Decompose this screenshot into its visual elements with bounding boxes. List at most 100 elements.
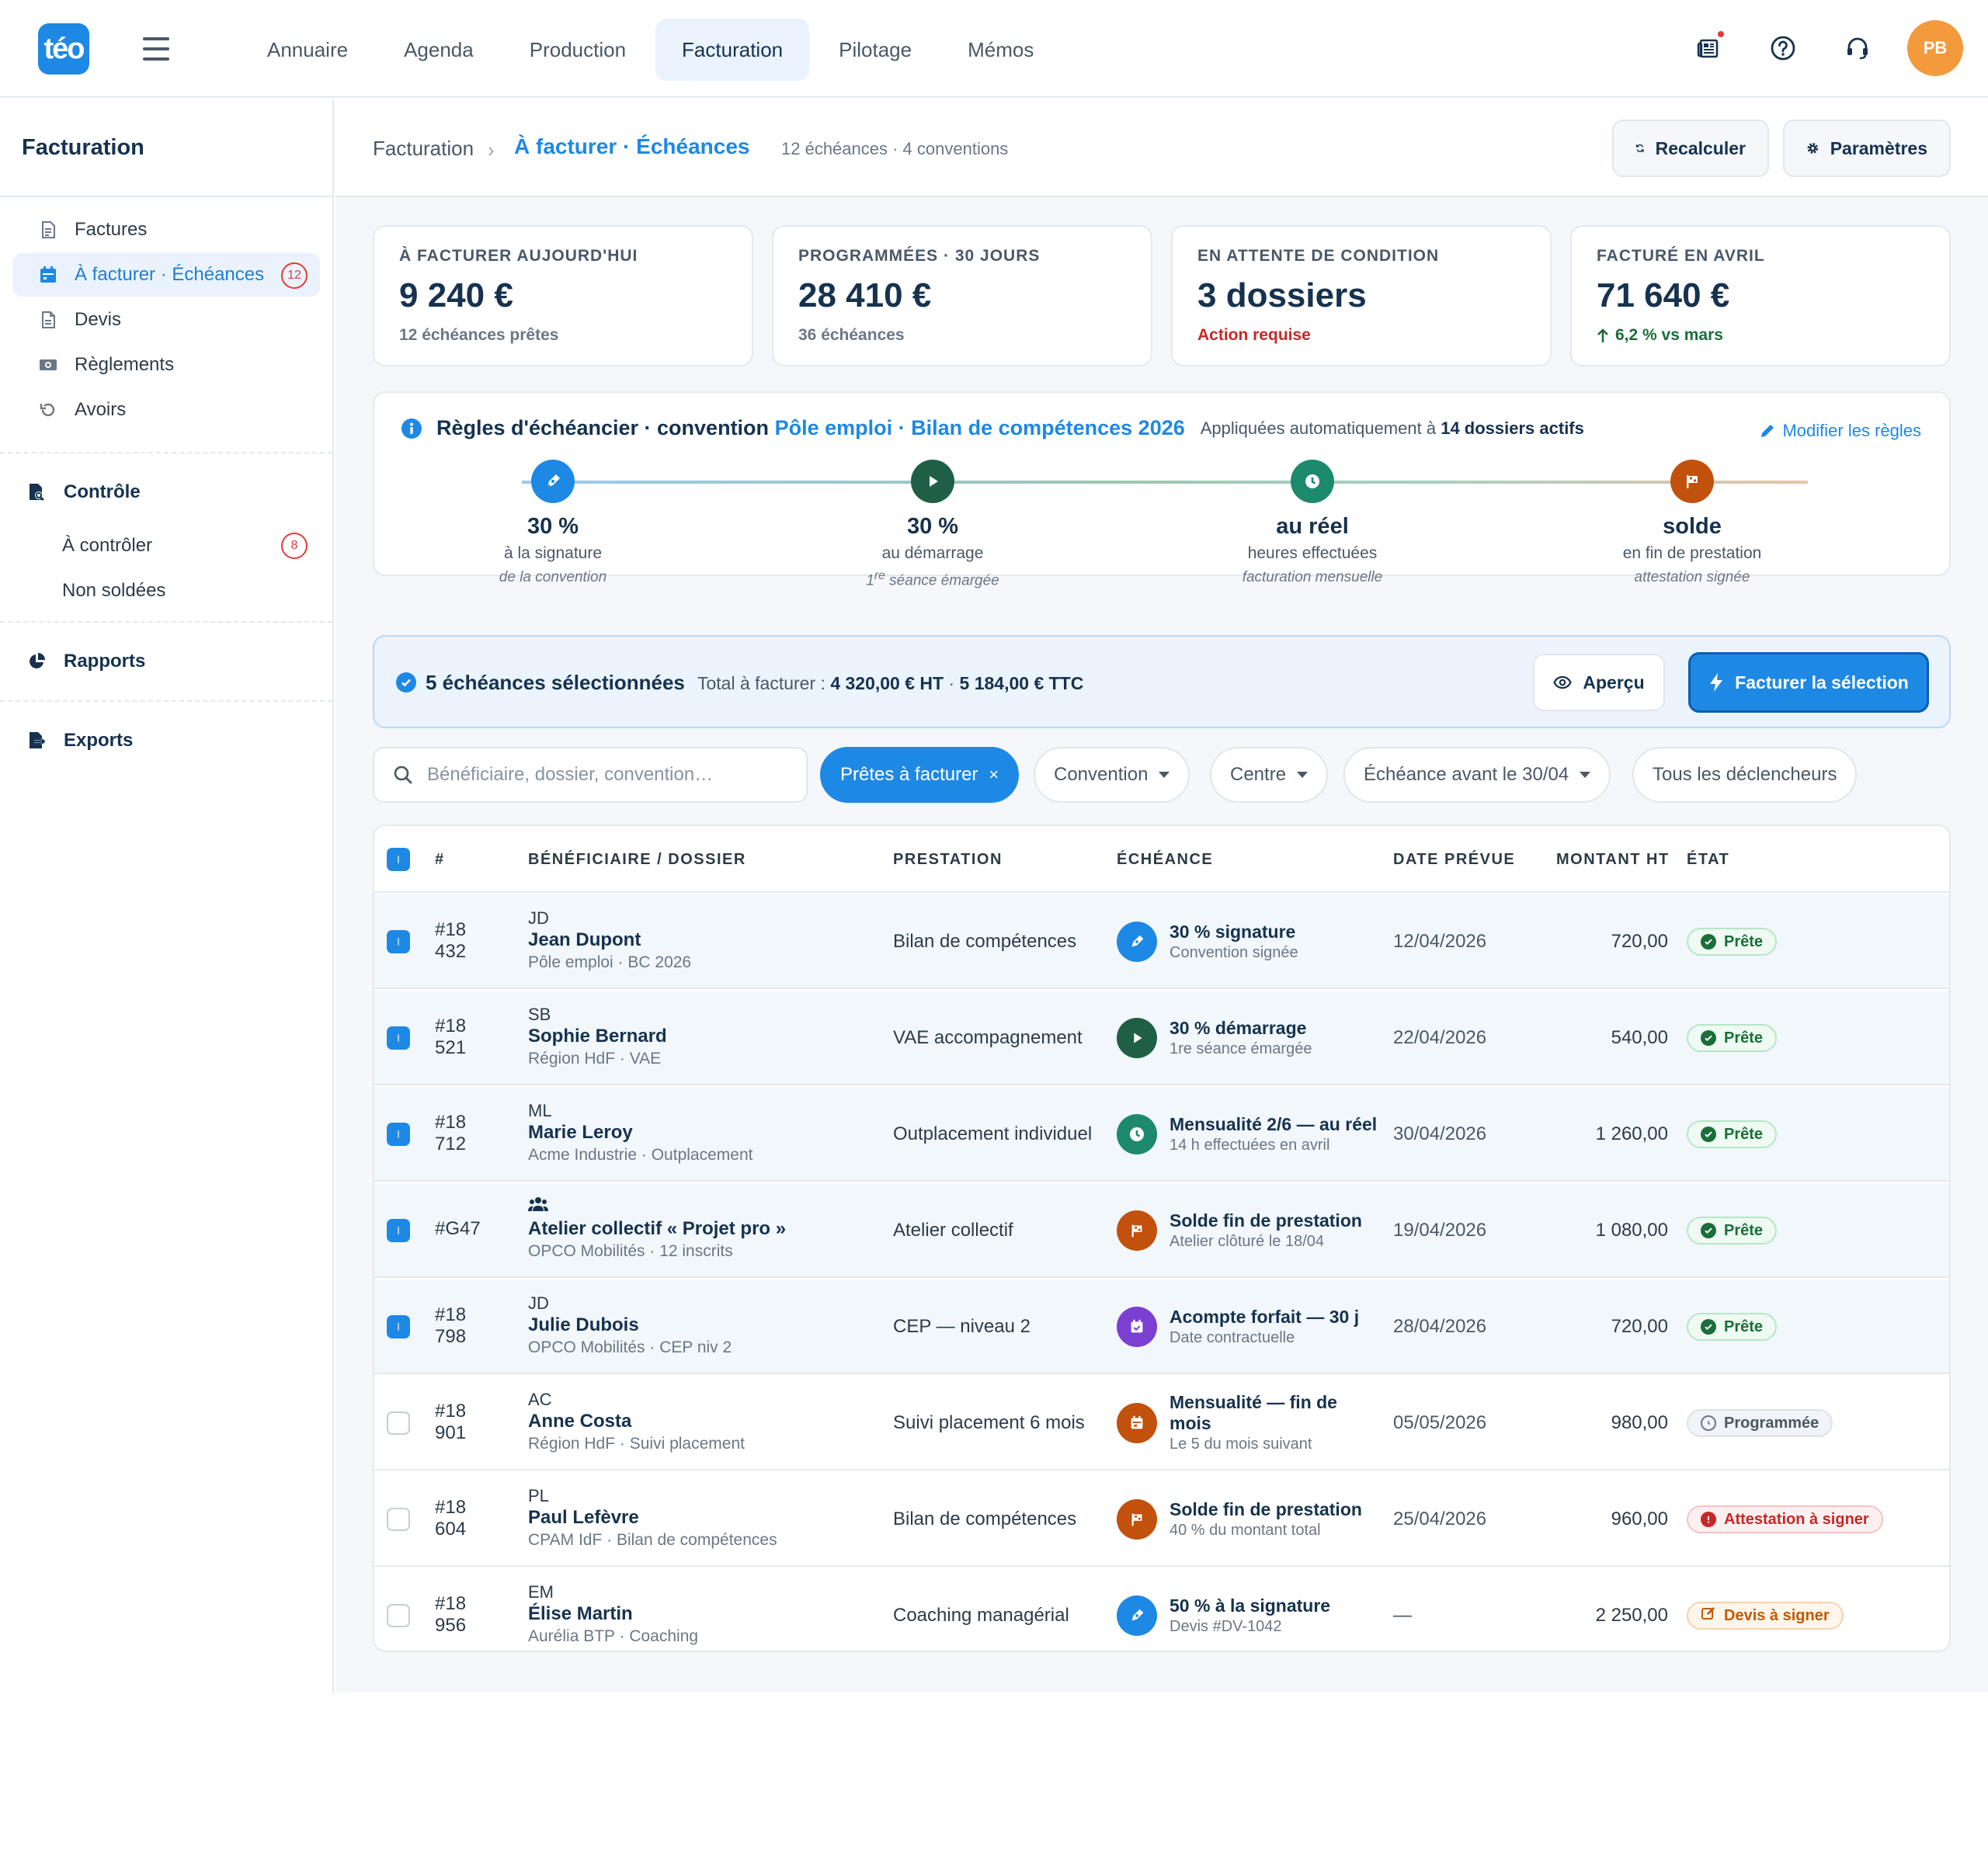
filter-chip-declencheurs[interactable]: Tous les déclencheurs <box>1632 747 1858 803</box>
status-badge: Prête <box>1687 1313 1778 1341</box>
chip-label: Convention <box>1054 764 1149 785</box>
col-etat[interactable]: ÉTAT <box>1687 851 1729 869</box>
echeance-title: 50 % à la signature <box>1170 1595 1331 1616</box>
col-num[interactable]: # <box>435 851 445 869</box>
table-row[interactable]: #18 956 EM Élise Martin Aurélia BTP · Coachi… <box>374 1568 1949 1651</box>
sidebar-item-non-soldees[interactable]: Non soldées <box>0 568 332 613</box>
echeance-sub: Date contractuelle <box>1170 1328 1295 1346</box>
sidebar-item-a-facturer[interactable]: À facturer · Échéances 12 <box>12 253 320 297</box>
step-label: heures effectuées <box>1247 544 1378 562</box>
sidebar-item-avoirs[interactable]: Avoirs <box>12 388 320 432</box>
beneficiary-name[interactable]: Élise Martin <box>528 1602 870 1626</box>
table-row[interactable]: #18 521 SB Sophie Bernard Région HdF · VAE VA… <box>374 991 1949 1085</box>
filter-chip-pretes[interactable]: Prêtes à facturer × <box>820 747 1020 803</box>
date-cell: 22/04/2026 <box>1393 1027 1487 1048</box>
dossier-desc: Région HdF · VAE <box>528 1050 662 1068</box>
sidebar-section-controle[interactable]: Contrôle <box>0 461 332 523</box>
pencil-icon <box>1761 425 1774 437</box>
help-icon[interactable] <box>1757 22 1809 75</box>
step-label: au démarrage <box>881 544 984 562</box>
filter-chip-centre[interactable]: Centre <box>1210 747 1329 803</box>
col-echeance[interactable]: ÉCHÉANCE <box>1117 851 1213 869</box>
user-avatar[interactable]: PB <box>1907 20 1963 76</box>
row-number: #18 901 <box>435 1401 467 1443</box>
table-row[interactable]: #18 712 ML Marie Leroy Acme Industrie · Outp… <box>374 1087 1949 1182</box>
preview-button[interactable]: Aperçu <box>1533 654 1665 711</box>
echeance-title: Solde fin de prestation <box>1170 1210 1362 1231</box>
kpi-sub: Action requise <box>1197 326 1311 344</box>
prestation-cell: CEP — niveau 2 <box>893 1316 1030 1337</box>
echeance-cell: Mensualité — fin de mois Le 5 du mois sui… <box>1117 1376 1381 1470</box>
news-icon[interactable] <box>1682 22 1735 75</box>
col-prestation[interactable]: PRESTATION <box>893 851 1003 869</box>
col-beneficiaire[interactable]: BÉNÉFICIAIRE / DOSSIER <box>528 851 746 869</box>
row-checkbox[interactable] <box>387 1411 410 1435</box>
beneficiary-name[interactable]: Anne Costa <box>528 1410 870 1433</box>
row-checkbox[interactable] <box>387 1026 410 1050</box>
nav-annuaire[interactable]: Annuaire <box>241 19 374 81</box>
row-checkbox[interactable] <box>387 930 410 953</box>
beneficiary-name[interactable]: Paul Lefèvre <box>528 1506 870 1529</box>
row-checkbox[interactable] <box>387 1219 410 1242</box>
table-row[interactable]: #18 798 JD Julie Dubois OPCO Mobilités · CEP… <box>374 1279 1949 1374</box>
menu-toggle-icon[interactable] <box>143 37 169 61</box>
nav-memos[interactable]: Mémos <box>941 19 1060 81</box>
rules-title: Règles d'échéancier · convention <box>436 416 770 439</box>
amount-cell: 980,00 <box>1611 1412 1668 1433</box>
recalculate-button[interactable]: Recalculer <box>1612 120 1769 177</box>
nav-agenda[interactable]: Agenda <box>377 19 500 81</box>
select-all-checkbox[interactable] <box>387 848 410 871</box>
beneficiary-name[interactable]: Atelier collectif « Projet pro » <box>528 1217 870 1241</box>
close-icon[interactable]: × <box>989 765 999 785</box>
nav-facturation[interactable]: Facturation <box>655 19 810 81</box>
step-note: attestation signée <box>1634 569 1750 585</box>
beneficiary-name[interactable]: Jean Dupont <box>528 929 870 952</box>
kpi-value: 9 240 € <box>399 276 513 314</box>
beneficiary-name[interactable]: Julie Dubois <box>528 1314 870 1337</box>
beneficiary-name[interactable]: Marie Leroy <box>528 1121 870 1144</box>
row-checkbox[interactable] <box>387 1315 410 1338</box>
filter-chip-echeance[interactable]: Échéance avant le 30/04 <box>1343 747 1611 803</box>
app-logo[interactable]: téo <box>38 23 89 75</box>
beneficiary-cell: PL Paul Lefèvre CPAM IdF · Bilan de compét… <box>528 1486 870 1551</box>
support-headset-icon[interactable] <box>1831 22 1884 75</box>
search-input[interactable] <box>427 764 769 786</box>
sidebar-item-factures[interactable]: Factures <box>12 208 320 252</box>
table-row[interactable]: #18 901 AC Anne Costa Région HdF · Suivi pla… <box>374 1376 1949 1470</box>
sidebar-item-reglements[interactable]: Règlements <box>12 343 320 387</box>
row-number: #18 712 <box>435 1112 467 1154</box>
date-cell: 25/04/2026 <box>1393 1509 1487 1529</box>
calendar-icon <box>1117 1403 1157 1443</box>
settings-button[interactable]: Paramètres <box>1783 120 1951 177</box>
sidebar-section-rapports[interactable]: Rapports <box>0 630 332 693</box>
sidebar-item-devis[interactable]: Devis <box>12 298 320 342</box>
selection-total: Total à facturer : 4 320,00 € HT · 5 184… <box>697 673 1084 693</box>
sidebar-item-a-controler[interactable]: À contrôler 8 <box>0 523 332 568</box>
beneficiary-name[interactable]: Sophie Bernard <box>528 1025 870 1048</box>
file-export-icon <box>26 731 47 751</box>
table-row[interactable]: #18 604 PL Paul Lefèvre CPAM IdF · Bilan de … <box>374 1472 1949 1567</box>
table-row[interactable]: #18 432 JD Jean Dupont Pôle emploi · BC 2026… <box>374 894 1949 989</box>
echeance-sub: Devis #DV-1042 <box>1170 1617 1282 1635</box>
main-nav: Annuaire Agenda Production Facturation P… <box>241 19 1060 81</box>
nav-production[interactable]: Production <box>503 19 652 81</box>
edit-rules-link[interactable]: Modifier les règles <box>1759 421 1921 441</box>
sidebar-section-exports[interactable]: Exports <box>0 710 332 772</box>
table-row[interactable]: #G47 Atelier collectif « Projet pro » OPCO… <box>374 1183 1949 1278</box>
row-checkbox[interactable] <box>387 1604 410 1627</box>
row-checkbox[interactable] <box>387 1123 410 1146</box>
row-checkbox[interactable] <box>387 1508 410 1531</box>
step-amount: 30 % <box>527 514 579 539</box>
breadcrumb-root[interactable]: Facturation <box>373 137 474 161</box>
filter-chip-convention[interactable]: Convention <box>1034 747 1190 803</box>
button-label: Recalculer <box>1655 137 1746 158</box>
money-icon <box>39 356 57 374</box>
col-montant[interactable]: MONTANT HT <box>1556 851 1670 869</box>
play-icon <box>1117 1018 1157 1058</box>
col-date[interactable]: DATE PRÉVUE <box>1393 851 1515 869</box>
nav-pilotage[interactable]: Pilotage <box>812 19 938 81</box>
rules-convention[interactable]: Pôle emploi · Bilan de compétences 2026 <box>775 416 1185 440</box>
beneficiary-initials: SB <box>528 1005 551 1024</box>
date-cell: 30/04/2026 <box>1393 1123 1487 1144</box>
invoice-selection-button[interactable]: Facturer la sélection <box>1688 652 1929 713</box>
